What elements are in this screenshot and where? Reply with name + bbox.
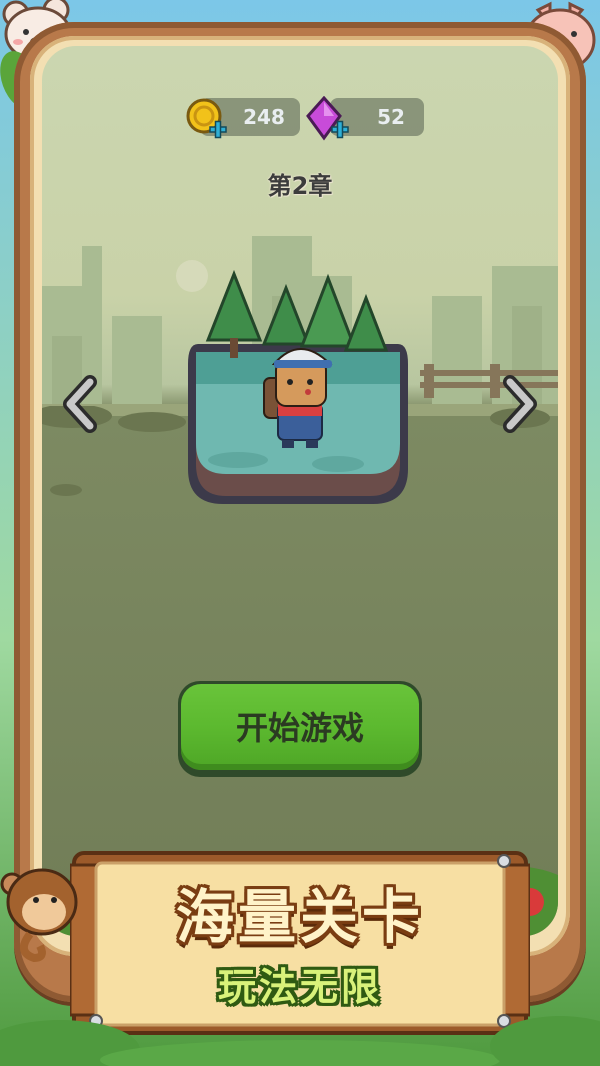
- gold-coin-plus-icon[interactable]: [186, 98, 228, 140]
- pine-trees: [205, 269, 389, 358]
- purple-gem-plus-icon[interactable]: [304, 96, 354, 142]
- start-game-button[interactable]: 开始游戏: [178, 681, 422, 777]
- chevron-left-icon[interactable]: [60, 374, 100, 434]
- banner-title: 海量关卡: [175, 883, 424, 951]
- game-scene: 248 52 第2章 开始游戏 海量关卡 玩法无限: [0, 0, 600, 1066]
- chapter-title: 第2章: [267, 172, 333, 200]
- level-preview-card[interactable]: [178, 264, 418, 514]
- monkey-mascot-icon: [0, 868, 78, 962]
- gem-count: 52: [377, 105, 405, 129]
- chevron-right-icon[interactable]: [500, 374, 540, 434]
- banner-subtitle: 玩法无限: [217, 965, 382, 1009]
- start-button-label: 开始游戏: [235, 709, 364, 747]
